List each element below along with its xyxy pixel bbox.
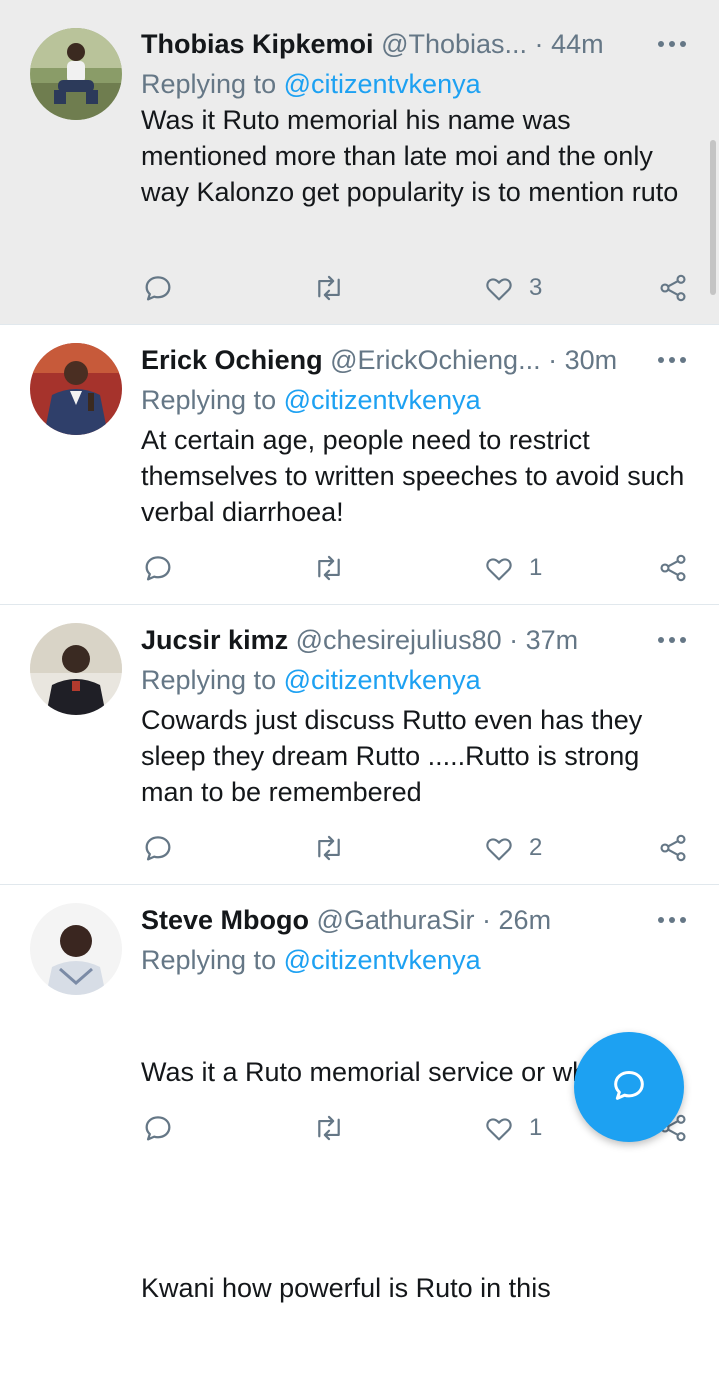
scrollbar[interactable] — [710, 140, 716, 295]
separator-dot: · — [482, 905, 492, 935]
like-count: 3 — [529, 274, 543, 301]
reply-button[interactable] — [141, 268, 175, 308]
tweet-actions: 1 — [141, 548, 701, 588]
like-count: 1 — [529, 554, 543, 581]
more-options-icon[interactable] — [657, 354, 687, 366]
mention-link[interactable]: @citizentvkenya — [284, 385, 481, 415]
mention-link[interactable]: @citizentvkenya — [284, 69, 481, 99]
like-button[interactable]: 3 — [483, 268, 542, 308]
replying-to: Replying to @citizentvkenya — [141, 662, 481, 698]
tweet-actions: 2 — [141, 828, 701, 868]
replying-prefix: Replying to — [141, 385, 277, 415]
like-button[interactable]: 1 — [483, 548, 542, 588]
reply-button[interactable] — [141, 1108, 175, 1148]
retweet-icon — [311, 271, 347, 305]
retweet-button[interactable] — [311, 268, 347, 308]
retweet-icon — [311, 831, 347, 865]
replying-to: Replying to @citizentvkenya — [141, 66, 481, 102]
tweet-text: Was it Ruto memorial his name was mentio… — [141, 105, 679, 207]
display-name[interactable]: Steve Mbogo — [141, 905, 309, 935]
display-name[interactable]: Jucsir kimz — [141, 625, 288, 655]
replying-prefix: Replying to — [141, 69, 277, 99]
replying-to: Replying to @citizentvkenya — [141, 382, 481, 418]
share-icon — [657, 552, 689, 584]
tweet-text-line-2: Kwani how powerful is Ruto in this — [141, 1273, 551, 1303]
share-button[interactable] — [657, 548, 689, 588]
avatar[interactable] — [30, 343, 122, 435]
like-button[interactable]: 2 — [483, 828, 542, 868]
retweet-button[interactable] — [311, 1108, 347, 1148]
more-options-icon[interactable] — [657, 38, 687, 50]
compose-reply-icon — [609, 1065, 649, 1110]
avatar[interactable] — [30, 903, 122, 995]
like-button[interactable]: 1 — [483, 1108, 542, 1148]
reply-icon — [141, 831, 175, 865]
user-handle[interactable]: @ErickOchieng... — [330, 345, 540, 375]
replying-to: Replying to @citizentvkenya — [141, 942, 481, 978]
heart-icon — [483, 1112, 515, 1144]
share-button[interactable] — [657, 828, 689, 868]
tweet-header: Jucsir kimz @chesirejulius80 · 37m — [141, 622, 701, 658]
reply-icon — [141, 271, 175, 305]
like-count: 1 — [529, 1114, 543, 1141]
avatar[interactable] — [30, 28, 122, 120]
tweet[interactable]: Jucsir kimz @chesirejulius80 · 37m Reply… — [0, 605, 719, 885]
tweet[interactable]: Thobias Kipkemoi @Thobias... · 44m Reply… — [0, 0, 719, 325]
timestamp[interactable]: 26m — [499, 905, 552, 935]
tweet-header: Steve Mbogo @GathuraSir · 26m — [141, 902, 701, 938]
tweet-actions: 3 — [141, 268, 701, 308]
replying-prefix: Replying to — [141, 945, 277, 975]
heart-icon — [483, 272, 515, 304]
more-options-icon[interactable] — [657, 634, 687, 646]
tweet[interactable]: Erick Ochieng @ErickOchieng... · 30m Rep… — [0, 325, 719, 605]
mention-link[interactable]: @citizentvkenya — [284, 945, 481, 975]
display-name[interactable]: Erick Ochieng — [141, 345, 323, 375]
separator-dot: · — [509, 625, 519, 655]
tweet-header: Erick Ochieng @ErickOchieng... · 30m — [141, 342, 701, 378]
tweet-text: At certain age, people need to restrict … — [141, 425, 692, 527]
retweet-button[interactable] — [311, 548, 347, 588]
tweet-text-line-1: Was it a Ruto memorial service or what?? — [141, 1057, 640, 1087]
user-handle[interactable]: @GathuraSir — [317, 905, 475, 935]
tweet-header: Thobias Kipkemoi @Thobias... · 44m — [141, 26, 701, 62]
separator-dot: · — [548, 345, 558, 375]
tweet-text: Cowards just discuss Rutto even has they… — [141, 705, 650, 807]
replying-prefix: Replying to — [141, 665, 277, 695]
reply-button[interactable] — [141, 548, 175, 588]
share-icon — [657, 272, 689, 304]
separator-dot: · — [534, 29, 544, 59]
retweet-icon — [311, 551, 347, 585]
timestamp[interactable]: 44m — [551, 29, 604, 59]
like-count: 2 — [529, 834, 543, 861]
more-options-icon[interactable] — [657, 914, 687, 926]
heart-icon — [483, 552, 515, 584]
compose-reply-button[interactable] — [574, 1032, 684, 1142]
user-handle[interactable]: @Thobias... — [381, 29, 527, 59]
mention-link[interactable]: @citizentvkenya — [284, 665, 481, 695]
reply-button[interactable] — [141, 828, 175, 868]
reply-icon — [141, 551, 175, 585]
retweet-button[interactable] — [311, 828, 347, 868]
timestamp[interactable]: 30m — [565, 345, 618, 375]
timestamp[interactable]: 37m — [526, 625, 579, 655]
display-name[interactable]: Thobias Kipkemoi — [141, 29, 374, 59]
heart-icon — [483, 832, 515, 864]
share-button[interactable] — [657, 268, 689, 308]
reply-icon — [141, 1111, 175, 1145]
retweet-icon — [311, 1111, 347, 1145]
share-icon — [657, 832, 689, 864]
user-handle[interactable]: @chesirejulius80 — [296, 625, 502, 655]
avatar[interactable] — [30, 623, 122, 715]
